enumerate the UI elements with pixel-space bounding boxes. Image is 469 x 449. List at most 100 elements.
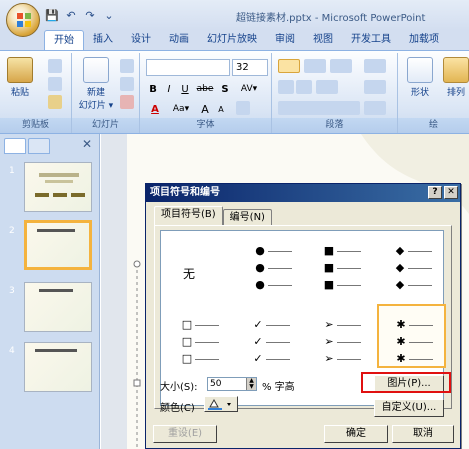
drawing-group-label: 绘 (398, 118, 469, 133)
text-direction-button[interactable] (364, 59, 386, 73)
shape-button[interactable]: 形状 (402, 57, 438, 98)
tab-view[interactable]: 视图 (304, 30, 342, 50)
paragraph-group-label: 段落 (272, 118, 397, 133)
bold-button[interactable]: B (146, 81, 160, 97)
ok-button[interactable]: 确定 (324, 425, 388, 443)
alignment-buttons[interactable] (278, 101, 360, 115)
line-spacing-button[interactable] (330, 59, 352, 73)
tab-design[interactable]: 设计 (122, 30, 160, 50)
format-painter-icon[interactable] (48, 95, 62, 109)
slide-number: 3 (9, 286, 15, 296)
underline-button[interactable]: U (178, 81, 192, 97)
close-button[interactable]: ✕ (444, 186, 458, 199)
hollow-square-icon: □ (181, 318, 193, 331)
slide-thumbnail[interactable] (24, 282, 92, 332)
delete-slide-icon[interactable] (120, 95, 134, 109)
tab-addins[interactable]: 加载项 (400, 30, 448, 50)
office-button[interactable] (6, 3, 40, 37)
clipboard-group-label: 剪贴板 (0, 118, 71, 133)
thumb-title-line (35, 349, 77, 352)
highlight-annotation (361, 372, 451, 393)
title-bar: 💾 ↶ ↷ ⌄ 超链接素材.pptx - Microsoft PowerPoin… (0, 0, 469, 30)
numbering-button[interactable] (304, 59, 326, 73)
thumb-title-line (39, 173, 79, 177)
paste-button[interactable]: 粘贴 (2, 57, 38, 98)
slide-thumbnail[interactable] (24, 162, 92, 212)
columns-icon[interactable] (316, 80, 338, 94)
thumb-subtitle-line (45, 180, 73, 183)
font-size-field[interactable]: 32 (232, 59, 268, 76)
help-button[interactable]: ? (428, 186, 442, 199)
font-color-button[interactable]: A (146, 101, 164, 117)
slide-thumbnail-selected[interactable] (24, 220, 92, 270)
filled-circle-icon: ● (255, 278, 265, 291)
grow-font-button[interactable]: A (198, 101, 212, 117)
drawing-group: 形状 排列 绘 (398, 53, 469, 133)
bullet-option-filled-circle[interactable]: ● ● ● (232, 231, 301, 318)
strikethrough-button[interactable]: abe (194, 81, 216, 97)
paste-icon (7, 57, 33, 83)
tab-developer[interactable]: 开发工具 (342, 30, 400, 50)
copy-icon[interactable] (48, 77, 62, 91)
tab-slideshow[interactable]: 幻灯片放映 (198, 30, 266, 50)
italic-button[interactable]: I (162, 81, 176, 97)
shadow-button[interactable]: S (218, 81, 232, 97)
decrease-indent-icon[interactable] (278, 80, 294, 94)
cancel-button[interactable]: 取消 (392, 425, 454, 443)
bullet-option-star-selected[interactable]: ✱ ✱ ✱ (377, 304, 446, 368)
shape-icon (407, 57, 433, 83)
size-spinner[interactable]: 50 ▲ ▼ (207, 377, 257, 391)
shrink-font-button[interactable]: A (214, 101, 228, 117)
tab-bullets[interactable]: 项目符号(B) (154, 206, 223, 225)
customize-qat-icon[interactable]: ⌄ (101, 7, 117, 23)
check-icon: ✓ (253, 318, 263, 331)
cut-icon[interactable] (48, 59, 62, 73)
font-name-field[interactable] (146, 59, 230, 76)
tab-numbering[interactable]: 编号(N) (222, 209, 272, 226)
redo-icon[interactable]: ↷ (82, 7, 98, 23)
tab-review[interactable]: 审阅 (266, 30, 304, 50)
spin-arrows-icon[interactable]: ▲ ▼ (246, 378, 256, 390)
outline-tab[interactable] (28, 138, 50, 154)
increase-indent-icon[interactable] (296, 80, 312, 94)
reset-slide-icon[interactable] (120, 77, 134, 91)
tab-insert[interactable]: 插入 (84, 30, 122, 50)
filled-circle-icon: ● (255, 244, 265, 257)
slide-thumbnail[interactable] (24, 342, 92, 392)
change-case-button[interactable]: Aa▾ (168, 101, 194, 117)
tab-animation[interactable]: 动画 (160, 30, 198, 50)
size-label: 大小(S): (160, 382, 198, 393)
tab-home[interactable]: 开始 (44, 30, 84, 50)
diamond-icon: ◆ (395, 261, 405, 274)
thumb-title-line (39, 289, 73, 292)
layout-icon[interactable] (120, 59, 134, 73)
customize-button[interactable]: 自定义(U)... (374, 399, 444, 417)
align-text-icon[interactable] (364, 80, 386, 94)
size-unit-label: % 字高 (262, 382, 295, 393)
ribbon: 粘贴 剪贴板 新建 幻灯片 ▾ 幻灯片 32 B I U abe S AV▾ A… (0, 50, 469, 134)
new-slide-icon (83, 57, 109, 83)
clear-format-icon[interactable] (236, 101, 250, 115)
arrow-icon: ➢ (324, 352, 334, 365)
save-icon[interactable]: 💾 (44, 7, 60, 23)
panel-close-icon[interactable]: ✕ (82, 137, 92, 151)
bullet-option-none[interactable]: 无 (161, 231, 230, 318)
color-picker-button[interactable] (204, 396, 238, 412)
reset-button[interactable]: 重设(E) (153, 425, 217, 443)
shape-label: 形状 (410, 88, 429, 98)
undo-icon[interactable]: ↶ (63, 7, 79, 23)
char-spacing-button[interactable]: AV▾ (234, 81, 264, 97)
new-slide-button[interactable]: 新建 幻灯片 ▾ (76, 57, 116, 111)
bullet-option-filled-square[interactable]: ■ ■ ■ (303, 231, 372, 318)
bullets-button[interactable] (278, 59, 300, 73)
arrange-button[interactable]: 排列 (438, 57, 469, 98)
diamond-icon: ◆ (395, 244, 405, 257)
dialog-title-buttons: ? ✕ (428, 186, 458, 199)
diamond-icon: ◆ (395, 278, 405, 291)
filled-square-icon: ■ (323, 261, 335, 274)
ribbon-tabs: 开始 插入 设计 动画 幻灯片放映 审阅 视图 开发工具 加载项 (0, 30, 469, 50)
slide-number: 2 (9, 226, 15, 236)
slides-tab[interactable] (4, 138, 26, 154)
arrange-icon (443, 57, 469, 83)
smartart-icon[interactable] (364, 101, 386, 115)
